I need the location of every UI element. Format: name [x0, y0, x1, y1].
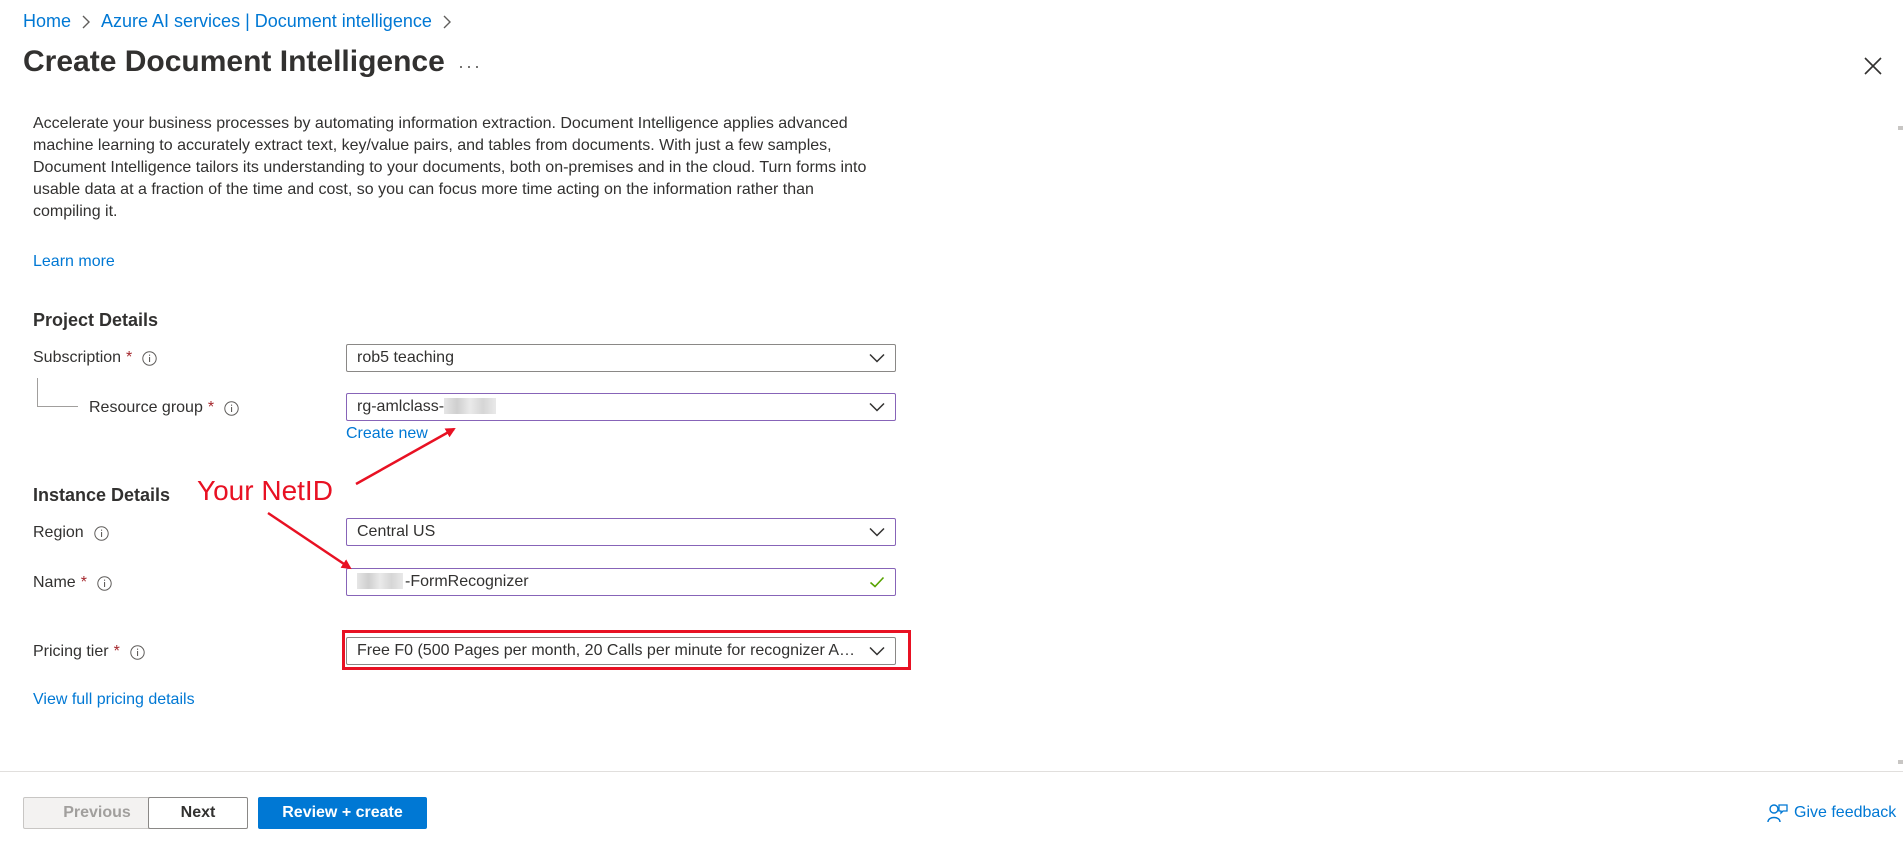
give-feedback-link[interactable]: Give feedback [1766, 802, 1896, 824]
scrollbar-indicator[interactable] [1898, 760, 1903, 764]
info-icon[interactable] [224, 400, 239, 416]
chevron-down-icon [869, 353, 885, 363]
review-create-button[interactable]: Review + create [258, 797, 427, 829]
subscription-value: rob5 teaching [357, 349, 454, 366]
required-marker: * [207, 399, 215, 416]
redacted-netid [444, 398, 497, 414]
resource-group-dropdown[interactable]: rg-amlclass- [346, 393, 896, 421]
create-new-link[interactable]: Create new [346, 425, 428, 443]
resource-group-prefix: rg-amlclass- [357, 398, 445, 415]
annotation-highlight-box [342, 630, 911, 670]
tree-connector [37, 378, 78, 407]
arrow-to-name [267, 511, 352, 570]
region-label-text: Region [33, 524, 84, 541]
subscription-label-text: Subscription [33, 349, 122, 366]
name-input[interactable]: -FormRecognizer [346, 568, 896, 596]
view-pricing-link[interactable]: View full pricing details [33, 691, 195, 709]
page-title: Create Document Intelligence [23, 45, 445, 78]
scrollbar-indicator[interactable] [1898, 126, 1903, 130]
region-dropdown[interactable]: Central US [346, 518, 896, 546]
required-marker: * [80, 574, 87, 591]
info-icon[interactable] [130, 644, 145, 660]
more-icon[interactable]: ··· [458, 56, 482, 77]
info-icon[interactable] [97, 575, 112, 591]
redacted-netid [357, 573, 403, 589]
region-label: Region [33, 524, 109, 542]
chevron-right-icon [82, 15, 91, 28]
learn-more-link[interactable]: Learn more [33, 253, 115, 271]
close-icon[interactable] [1862, 55, 1884, 77]
subscription-dropdown[interactable]: rob5 teaching [346, 344, 896, 372]
pricing-tier-label-text: Pricing tier [33, 643, 109, 660]
required-marker: * [126, 349, 133, 366]
resource-group-label-text: Resource group [89, 399, 203, 416]
required-marker: * [113, 643, 120, 660]
chevron-down-icon [869, 527, 885, 537]
name-label: Name * [33, 574, 112, 592]
name-label-text: Name [33, 574, 76, 591]
info-icon[interactable] [142, 350, 157, 366]
footer-divider [0, 771, 1903, 772]
subscription-label: Subscription * [33, 349, 157, 367]
breadcrumb-home[interactable]: Home [23, 11, 71, 32]
give-feedback-label: Give feedback [1794, 804, 1897, 821]
intro-description: Accelerate your business processes by au… [33, 115, 867, 220]
region-value: Central US [357, 523, 436, 540]
checkmark-icon [869, 576, 885, 588]
breadcrumb-service[interactable]: Azure AI services | Document intelligenc… [101, 11, 432, 32]
resource-group-label: Resource group * [89, 399, 239, 417]
breadcrumb: Home Azure AI services | Document intell… [23, 11, 462, 32]
name-value: -FormRecognizer [357, 573, 861, 591]
feedback-icon [1767, 804, 1788, 823]
name-suffix: -FormRecognizer [405, 573, 529, 590]
project-details-heading: Project Details [33, 310, 159, 330]
resource-group-value: rg-amlclass- [357, 398, 861, 416]
chevron-right-icon [443, 15, 451, 28]
next-button[interactable]: Next [148, 797, 248, 829]
chevron-down-icon [869, 402, 885, 412]
annotation-label: Your NetID [197, 475, 333, 506]
instance-details-heading: Instance Details [33, 485, 171, 505]
pricing-tier-label: Pricing tier * [33, 643, 145, 661]
info-icon[interactable] [94, 525, 109, 541]
